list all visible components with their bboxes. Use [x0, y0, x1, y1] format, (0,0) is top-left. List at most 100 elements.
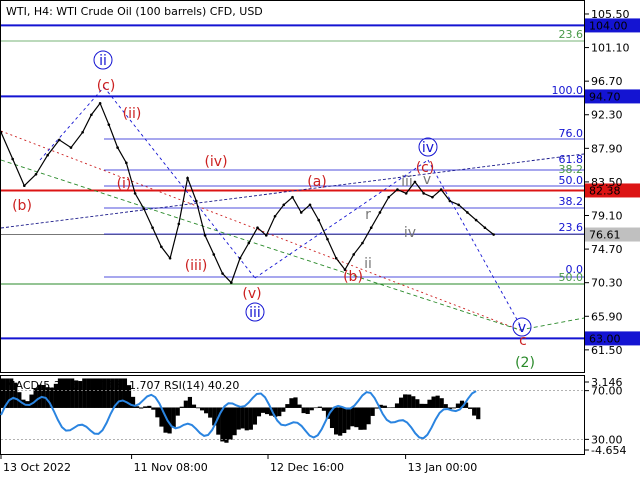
macd-bar-70	[285, 404, 290, 408]
macd-bar-108	[439, 398, 444, 408]
price-point-15	[151, 226, 154, 230]
macd-bar-2	[9, 378, 14, 408]
indicator-tick-label-3: -4.654	[591, 444, 626, 457]
fib-label-0: 23.6	[559, 28, 584, 41]
macd-bar-115	[468, 407, 473, 409]
macd-bar-76	[309, 407, 314, 411]
macd-bar-74	[301, 407, 306, 414]
fib-label-2: 76.0	[559, 127, 584, 140]
price-point-42	[387, 195, 390, 199]
fib-label-5: 38.2	[559, 195, 584, 208]
wave-label-5: (iv)	[204, 154, 227, 170]
price-point-18	[177, 222, 181, 226]
macd-bar-82	[334, 407, 339, 435]
wave-label-15: r	[365, 207, 371, 223]
price-point-12	[125, 161, 128, 165]
price-point-51	[466, 211, 469, 214]
fib-label-6: 23.6	[559, 221, 584, 234]
wave-label-20: (2)	[515, 355, 535, 371]
price-point-33	[308, 203, 312, 207]
macd-bar-79	[321, 407, 327, 411]
wave-label-7: (v)	[242, 286, 261, 302]
macd-bar-73	[297, 404, 302, 408]
price-tick-label-3: 92.30	[591, 109, 623, 122]
macd-bar-71	[289, 398, 294, 408]
macd-bar-68	[277, 407, 282, 417]
macd-bar-72	[293, 397, 298, 408]
macd-bar-101	[411, 396, 416, 408]
price-point-17	[168, 256, 172, 260]
price-point-22	[212, 253, 216, 256]
price-point-44	[404, 192, 408, 195]
level-badge-text-76.61: 76.61	[589, 229, 621, 242]
macd-bar-60	[244, 407, 249, 431]
price-point-2	[23, 184, 26, 188]
macd-bar-3	[13, 382, 18, 408]
price-tick-label-9: 65.90	[591, 310, 623, 323]
macd-bar-51	[208, 407, 213, 418]
macd-bar-94	[382, 405, 387, 408]
price-tick-label-5: 83.50	[591, 176, 623, 189]
wave-label-17: iv	[404, 225, 416, 241]
price-point-53	[483, 226, 487, 230]
macd-bar-61	[248, 407, 253, 430]
macd-bar-21	[86, 378, 91, 408]
macd-bar-47	[191, 404, 197, 408]
macd-bar-69	[281, 407, 286, 412]
price-point-47	[431, 195, 434, 199]
fib-label-9: 50.0	[559, 271, 584, 284]
price-point-16	[160, 245, 163, 249]
price-point-3	[34, 172, 38, 176]
macd-bar-84	[342, 407, 347, 434]
price-chart: WTI, H4: WTI Crude Oil (100 barrels) CFD…	[0, 0, 640, 474]
price-point-41	[378, 211, 382, 214]
macd-bar-23	[94, 378, 99, 408]
fibonacci-levels: 23.6100.076.061.850.038.223.60.038.250.0	[1, 28, 584, 285]
wave-label-6: (iii)	[185, 258, 208, 274]
chart-title: WTI, H4: WTI Crude Oil (100 barrels) CFD…	[6, 5, 263, 18]
macd-bar-106	[431, 396, 436, 408]
price-point-4	[46, 153, 49, 157]
price-series-line	[0, 102, 494, 284]
macd-bar-16	[65, 378, 71, 408]
macd-bar-56	[228, 407, 233, 440]
price-tick-label-4: 87.90	[591, 142, 623, 155]
macd-bar-105	[427, 399, 432, 408]
price-point-45	[413, 180, 417, 184]
level-badge-text-104.00: 104.00	[589, 19, 628, 32]
macd-bar-65	[264, 407, 270, 415]
macd-bar-45	[183, 400, 188, 408]
wave-label-11: iv	[422, 140, 434, 156]
macd-bar-85	[346, 407, 351, 430]
price-point-46	[422, 192, 425, 195]
macd-bar-48	[195, 407, 201, 409]
macd-bar-57	[232, 407, 237, 436]
macd-bar-111	[451, 407, 456, 409]
macd-bar-44	[179, 406, 184, 408]
wave-label-3: (i)	[117, 176, 132, 192]
macd-bar-29	[118, 378, 123, 408]
wave-label-9: (a)	[307, 174, 327, 190]
trend-line-7	[427, 159, 521, 326]
price-point-38	[352, 253, 356, 256]
macd-bar-104	[423, 403, 428, 408]
price-point-8	[90, 113, 93, 117]
macd-bar-55	[224, 407, 229, 443]
trend-line-4	[39, 86, 105, 161]
price-point-20	[195, 199, 198, 203]
price-point-29	[273, 214, 277, 218]
indicator-content: 3.14670.0030.00-4.654	[0, 376, 626, 457]
price-point-35	[326, 237, 329, 241]
macd-bar-22	[90, 378, 95, 408]
macd-bar-7	[29, 394, 34, 408]
price-point-54	[492, 233, 495, 236]
macd-bar-100	[407, 394, 412, 408]
trend-lines	[0, 86, 585, 331]
macd-bar-86	[350, 407, 355, 427]
time-tick-label-1: 11 Nov 08:00	[134, 461, 208, 474]
macd-bar-116	[472, 407, 477, 416]
fib-label-8: 38.2	[559, 163, 584, 176]
price-line-group	[0, 101, 495, 284]
price-tick-label-1: 101.10	[591, 42, 630, 55]
macd-bar-117	[476, 407, 481, 420]
